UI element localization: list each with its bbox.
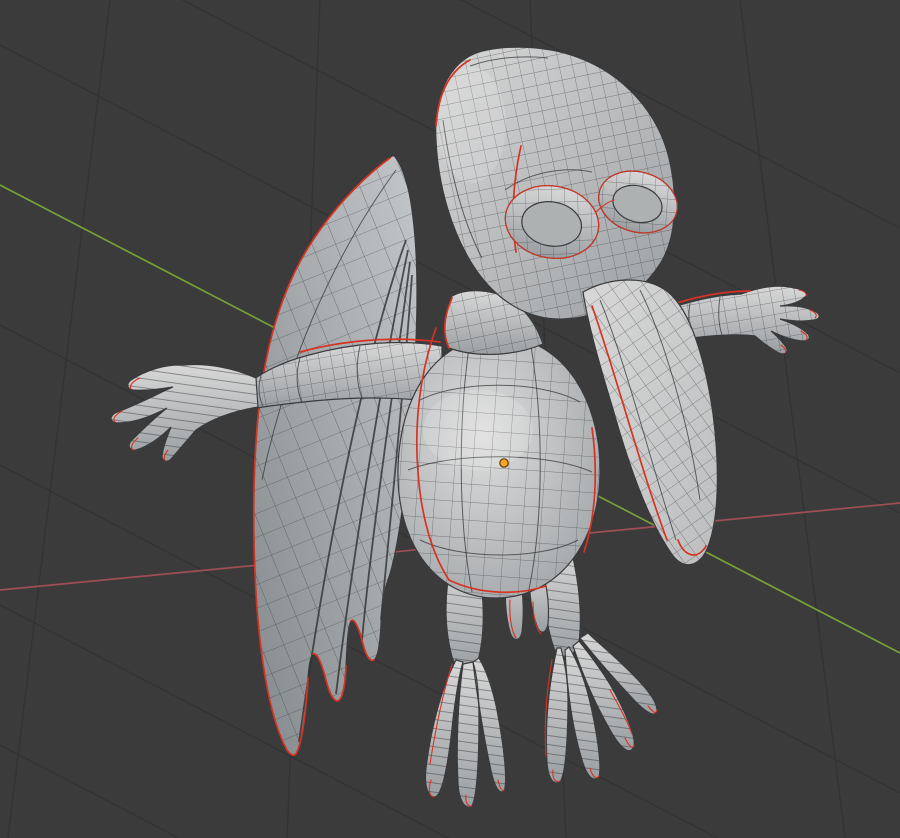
- object-origin-dot[interactable]: [500, 459, 508, 467]
- 3d-viewport[interactable]: [0, 0, 900, 838]
